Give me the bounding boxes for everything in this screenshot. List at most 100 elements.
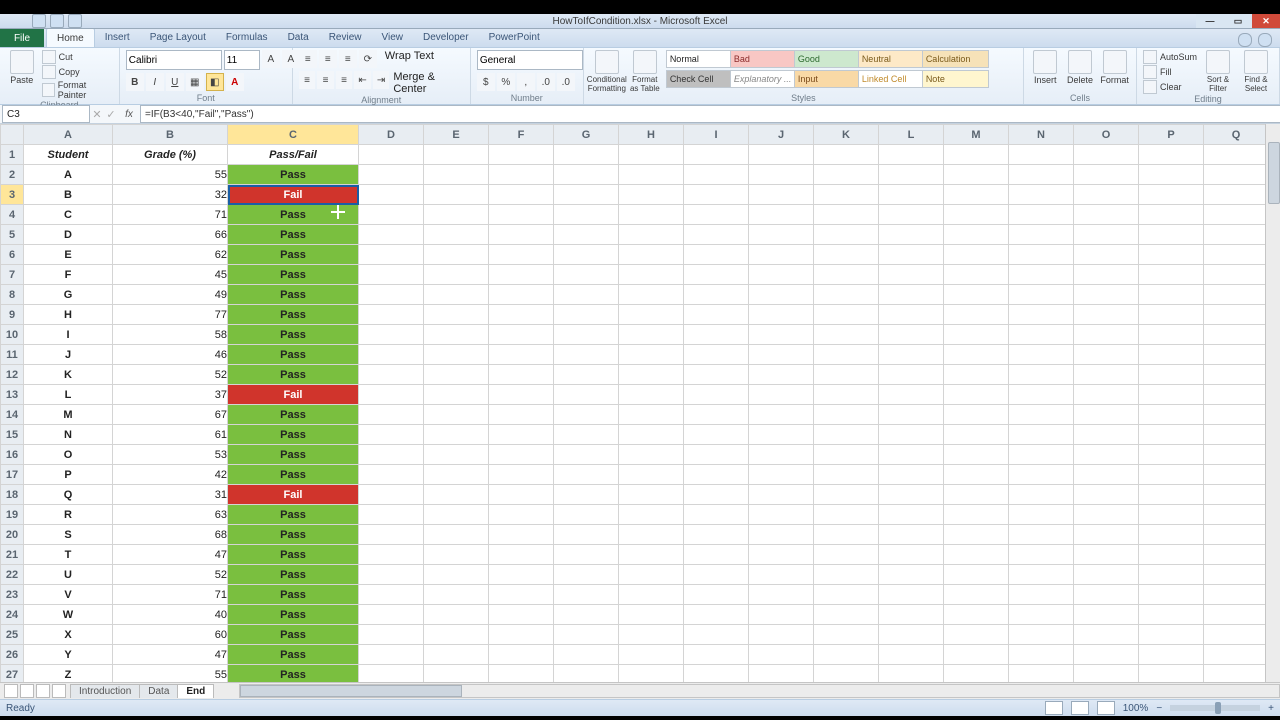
cell-empty[interactable] [944,525,1009,545]
cell-empty[interactable] [554,225,619,245]
cell-empty[interactable] [684,585,749,605]
cell-empty[interactable] [944,245,1009,265]
cell-empty[interactable] [1139,405,1204,425]
cell-B23[interactable]: 71 [113,585,228,605]
cell-C19[interactable]: Pass [228,505,359,525]
row-header-12[interactable]: 12 [1,365,24,385]
increase-font-icon[interactable]: A [262,50,280,68]
cell-empty[interactable] [814,525,879,545]
cell-empty[interactable] [1139,445,1204,465]
cell-empty[interactable] [684,665,749,683]
cell-empty[interactable] [944,265,1009,285]
cell-empty[interactable] [749,265,814,285]
find-select-button[interactable]: Find & Select [1239,50,1273,93]
cell-B8[interactable]: 49 [113,285,228,305]
row-header-11[interactable]: 11 [1,345,24,365]
cell-empty[interactable] [1009,465,1074,485]
cell-empty[interactable] [359,465,424,485]
cell-empty[interactable] [814,625,879,645]
cell-B7[interactable]: 45 [113,265,228,285]
cell-empty[interactable] [814,325,879,345]
cell-empty[interactable] [684,345,749,365]
column-header-K[interactable]: K [814,125,879,145]
cell-empty[interactable] [1204,425,1269,445]
cell-B5[interactable]: 66 [113,225,228,245]
cell-empty[interactable] [554,445,619,465]
cell-style-explanatory[interactable]: Explanatory ... [730,70,797,88]
cell-empty[interactable] [814,485,879,505]
prev-sheet-icon[interactable] [20,684,34,698]
cell-empty[interactable] [814,585,879,605]
column-header-D[interactable]: D [359,125,424,145]
cell-empty[interactable] [359,145,424,165]
select-all-corner[interactable] [1,125,24,145]
cell-empty[interactable] [1204,405,1269,425]
cell-empty[interactable] [1074,645,1139,665]
cell-empty[interactable] [619,165,684,185]
row-header-24[interactable]: 24 [1,605,24,625]
cell-empty[interactable] [1074,525,1139,545]
cell-empty[interactable] [489,365,554,385]
cell-empty[interactable] [554,425,619,445]
cell-empty[interactable] [1074,485,1139,505]
cell-C12[interactable]: Pass [228,365,359,385]
cell-empty[interactable] [1139,285,1204,305]
cell-empty[interactable] [1139,585,1204,605]
cell-A14[interactable]: M [24,405,113,425]
cell-empty[interactable] [814,385,879,405]
cell-empty[interactable] [619,425,684,445]
cell-empty[interactable] [489,345,554,365]
clear-button[interactable]: Clear [1143,80,1197,94]
cell-empty[interactable] [1009,525,1074,545]
cell-empty[interactable] [619,265,684,285]
cell-empty[interactable] [944,285,1009,305]
cell-empty[interactable] [424,505,489,525]
cell-empty[interactable] [1009,325,1074,345]
align-right-icon[interactable]: ≡ [336,71,353,89]
cell-C4[interactable]: Pass [228,205,359,225]
cell-empty[interactable] [814,665,879,683]
cell-empty[interactable] [879,305,944,325]
row-header-22[interactable]: 22 [1,565,24,585]
cell-style-input[interactable]: Input [794,70,861,88]
cell-empty[interactable] [1074,385,1139,405]
cell-empty[interactable] [749,285,814,305]
autosum-button[interactable]: AutoSum [1143,50,1197,64]
cell-empty[interactable] [1009,265,1074,285]
cell-empty[interactable] [749,465,814,485]
cell-empty[interactable] [814,565,879,585]
name-box[interactable]: C3 [2,105,90,123]
cell-empty[interactable] [749,145,814,165]
cell-empty[interactable] [489,445,554,465]
row-header-3[interactable]: 3 [1,185,24,205]
cell-empty[interactable] [1009,425,1074,445]
cell-empty[interactable] [879,385,944,405]
cell-empty[interactable] [489,185,554,205]
cell-empty[interactable] [944,565,1009,585]
cell-empty[interactable] [1074,225,1139,245]
conditional-formatting-button[interactable]: Conditional Formatting [590,50,624,93]
cell-empty[interactable] [1074,505,1139,525]
cell-B3[interactable]: 32 [113,185,228,205]
cell-C10[interactable]: Pass [228,325,359,345]
row-header-25[interactable]: 25 [1,625,24,645]
cell-empty[interactable] [359,225,424,245]
cell-empty[interactable] [554,285,619,305]
cell-empty[interactable] [749,525,814,545]
cell-empty[interactable] [619,405,684,425]
cell-empty[interactable] [879,205,944,225]
zoom-out-icon[interactable]: − [1156,703,1162,714]
cell-empty[interactable] [359,265,424,285]
cell-C21[interactable]: Pass [228,545,359,565]
font-name-input[interactable] [126,50,222,70]
cell-empty[interactable] [1139,485,1204,505]
cell-empty[interactable] [489,485,554,505]
cell-empty[interactable] [619,285,684,305]
cell-empty[interactable] [424,645,489,665]
cell-empty[interactable] [424,205,489,225]
cell-A8[interactable]: G [24,285,113,305]
cell-empty[interactable] [619,345,684,365]
cell-empty[interactable] [814,465,879,485]
cell-empty[interactable] [684,465,749,485]
cell-empty[interactable] [749,545,814,565]
